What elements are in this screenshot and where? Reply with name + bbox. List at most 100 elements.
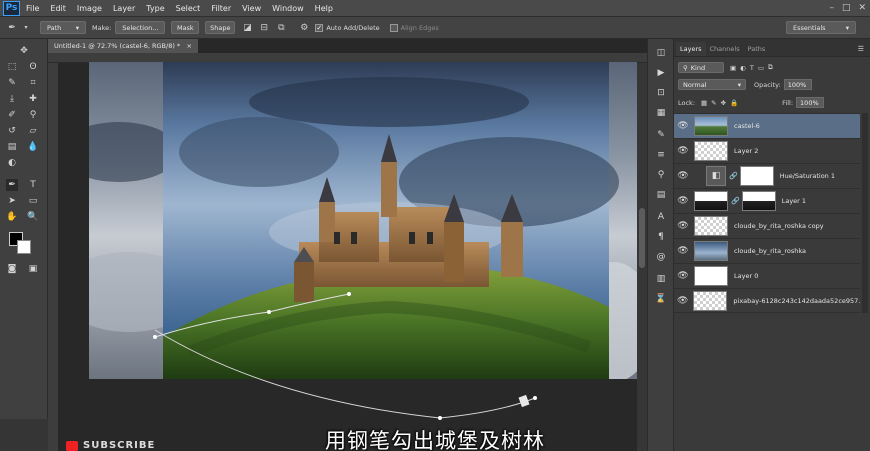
quick-select-tool-icon[interactable]: ✎: [6, 77, 18, 89]
subscribe-badge[interactable]: SUBSCRIBE: [66, 440, 206, 451]
scrollbar-thumb[interactable]: [639, 208, 645, 268]
eye-icon[interactable]: 👁: [674, 171, 692, 181]
make-selection-button[interactable]: Selection...: [115, 21, 166, 34]
swatches-panel-icon[interactable]: ▥: [655, 273, 667, 285]
clone-stamp-tool-icon[interactable]: ⚲: [27, 109, 39, 121]
gradient-tool-icon[interactable]: ▤: [6, 141, 18, 153]
character-panel-icon[interactable]: A: [655, 211, 667, 223]
hand-tool-icon[interactable]: ✋: [6, 211, 18, 223]
vertical-scrollbar[interactable]: [637, 63, 647, 451]
layer-row[interactable]: 👁 ◧ 🔗 Hue/Saturation 1: [674, 163, 860, 188]
panel-menu-icon[interactable]: ☰: [858, 45, 864, 53]
eye-icon[interactable]: 👁: [674, 246, 692, 256]
move-tool-icon[interactable]: ✥: [18, 45, 30, 57]
lock-all-icon[interactable]: 🔒: [730, 99, 738, 107]
eye-icon[interactable]: 👁: [674, 146, 692, 156]
menu-window[interactable]: Window: [272, 4, 304, 13]
path-operations-icon[interactable]: ◪: [241, 22, 253, 34]
eyedropper-tool-icon[interactable]: ⤓: [6, 93, 18, 105]
actions-panel-icon[interactable]: ▶: [655, 67, 667, 79]
lock-position-icon[interactable]: ✥: [721, 99, 726, 107]
eye-icon[interactable]: 👁: [674, 296, 691, 306]
filter-pixel-icon[interactable]: ▣: [730, 64, 736, 72]
path-arrangement-icon[interactable]: ⧉: [275, 22, 287, 34]
eye-icon[interactable]: 👁: [674, 221, 692, 231]
pen-path-handle[interactable]: [150, 320, 550, 430]
kind-filter-select[interactable]: ⚲ Kind: [678, 62, 724, 73]
eye-icon[interactable]: 👁: [674, 121, 692, 131]
marquee-tool-icon[interactable]: ⬚: [6, 61, 18, 73]
layer-row[interactable]: 👁 pixabay-6128c243c142daada52ce957...: [674, 288, 860, 313]
layer-row[interactable]: 👁 cloude_by_rita_roshka: [674, 238, 860, 263]
path-selection-tool-icon[interactable]: ➤: [6, 195, 18, 207]
tool-mode-select[interactable]: Path ▾: [40, 21, 86, 34]
fill-field[interactable]: 100%: [796, 97, 825, 108]
layer-row[interactable]: 👁 Layer 0: [674, 263, 860, 288]
layer-row[interactable]: 👁 🔗 Layer 1: [674, 188, 860, 213]
crop-tool-icon[interactable]: ⌗: [27, 77, 39, 89]
filter-smart-icon[interactable]: ⧉: [768, 63, 773, 72]
opacity-field[interactable]: 100%: [783, 79, 812, 90]
layer-row[interactable]: 👁 castel-6: [674, 113, 860, 138]
tab-channels[interactable]: Channels: [706, 45, 744, 56]
eraser-tool-icon[interactable]: ▱: [27, 125, 39, 137]
link-icon[interactable]: 🔗: [731, 197, 740, 205]
menu-select[interactable]: Select: [176, 4, 201, 13]
eye-icon[interactable]: 👁: [674, 271, 692, 281]
history-brush-tool-icon[interactable]: ↺: [6, 125, 18, 137]
history-panel-icon[interactable]: ◫: [655, 47, 667, 59]
healing-brush-tool-icon[interactable]: ✚: [27, 93, 39, 105]
make-shape-button[interactable]: Shape: [205, 21, 236, 34]
menu-filter[interactable]: Filter: [211, 4, 231, 13]
type-tool-icon[interactable]: T: [27, 179, 39, 191]
minimize-icon[interactable]: –: [829, 3, 834, 13]
rectangle-tool-icon[interactable]: ▭: [27, 195, 39, 207]
brush-presets-icon[interactable]: ≡: [655, 149, 667, 161]
background-color-swatch[interactable]: [17, 240, 31, 254]
brush-tool-icon[interactable]: ✐: [6, 109, 18, 121]
menu-image[interactable]: Image: [77, 4, 102, 13]
gear-icon[interactable]: ⚙: [298, 22, 310, 34]
chevron-down-icon[interactable]: ▾: [23, 22, 29, 34]
maximize-icon[interactable]: □: [842, 3, 851, 13]
adjustments-panel-icon[interactable]: ▦: [655, 107, 667, 119]
filter-shape-icon[interactable]: ▭: [758, 64, 764, 72]
tool-presets-icon[interactable]: ▤: [655, 189, 667, 201]
auto-add-delete-checkbox[interactable]: ✓: [315, 23, 324, 32]
clone-source-icon[interactable]: ⚲: [655, 169, 667, 181]
close-icon[interactable]: ✕: [858, 3, 866, 13]
layer-row[interactable]: 👁 cloude_by_rita_roshka copy: [674, 213, 860, 238]
path-alignment-icon[interactable]: ⊟: [258, 22, 270, 34]
zoom-tool-icon[interactable]: 🔍: [27, 211, 39, 223]
lasso-tool-icon[interactable]: ʘ: [27, 61, 39, 73]
make-mask-button[interactable]: Mask: [171, 21, 200, 34]
link-icon[interactable]: 🔗: [729, 172, 738, 180]
lock-transparent-icon[interactable]: ▦: [701, 99, 707, 107]
lock-image-icon[interactable]: ✎: [711, 99, 716, 107]
layers-scrollbar[interactable]: [862, 113, 868, 313]
glyphs-panel-icon[interactable]: @: [655, 251, 667, 263]
screen-mode-icon[interactable]: ▣: [27, 263, 39, 275]
filter-type-icon[interactable]: T: [750, 64, 754, 72]
paragraph-panel-icon[interactable]: ¶: [655, 231, 667, 243]
eye-icon[interactable]: 👁: [674, 196, 692, 206]
timeline-panel-icon[interactable]: ⌛: [655, 293, 667, 305]
menu-view[interactable]: View: [242, 4, 261, 13]
blur-tool-icon[interactable]: 💧: [27, 141, 39, 153]
document-tab[interactable]: Untitled-1 @ 72.7% (castel-6, RGB/8) * ×: [48, 39, 198, 53]
blend-mode-select[interactable]: Normal ▾: [678, 79, 746, 90]
quick-mask-icon[interactable]: ◙: [6, 263, 18, 275]
align-edges-checkbox[interactable]: [389, 23, 398, 32]
filter-adjust-icon[interactable]: ◐: [740, 64, 746, 72]
close-tab-icon[interactable]: ×: [187, 42, 192, 50]
tab-paths[interactable]: Paths: [744, 45, 770, 56]
menu-type[interactable]: Type: [146, 4, 164, 13]
menu-edit[interactable]: Edit: [50, 4, 66, 13]
menu-help[interactable]: Help: [315, 4, 333, 13]
menu-layer[interactable]: Layer: [113, 4, 135, 13]
tab-layers[interactable]: Layers: [676, 42, 706, 56]
pen-tool-icon[interactable]: ✒: [6, 179, 18, 191]
dodge-tool-icon[interactable]: ◐: [6, 157, 18, 169]
layer-row[interactable]: 👁 Layer 2: [674, 138, 860, 163]
menu-file[interactable]: File: [26, 4, 39, 13]
